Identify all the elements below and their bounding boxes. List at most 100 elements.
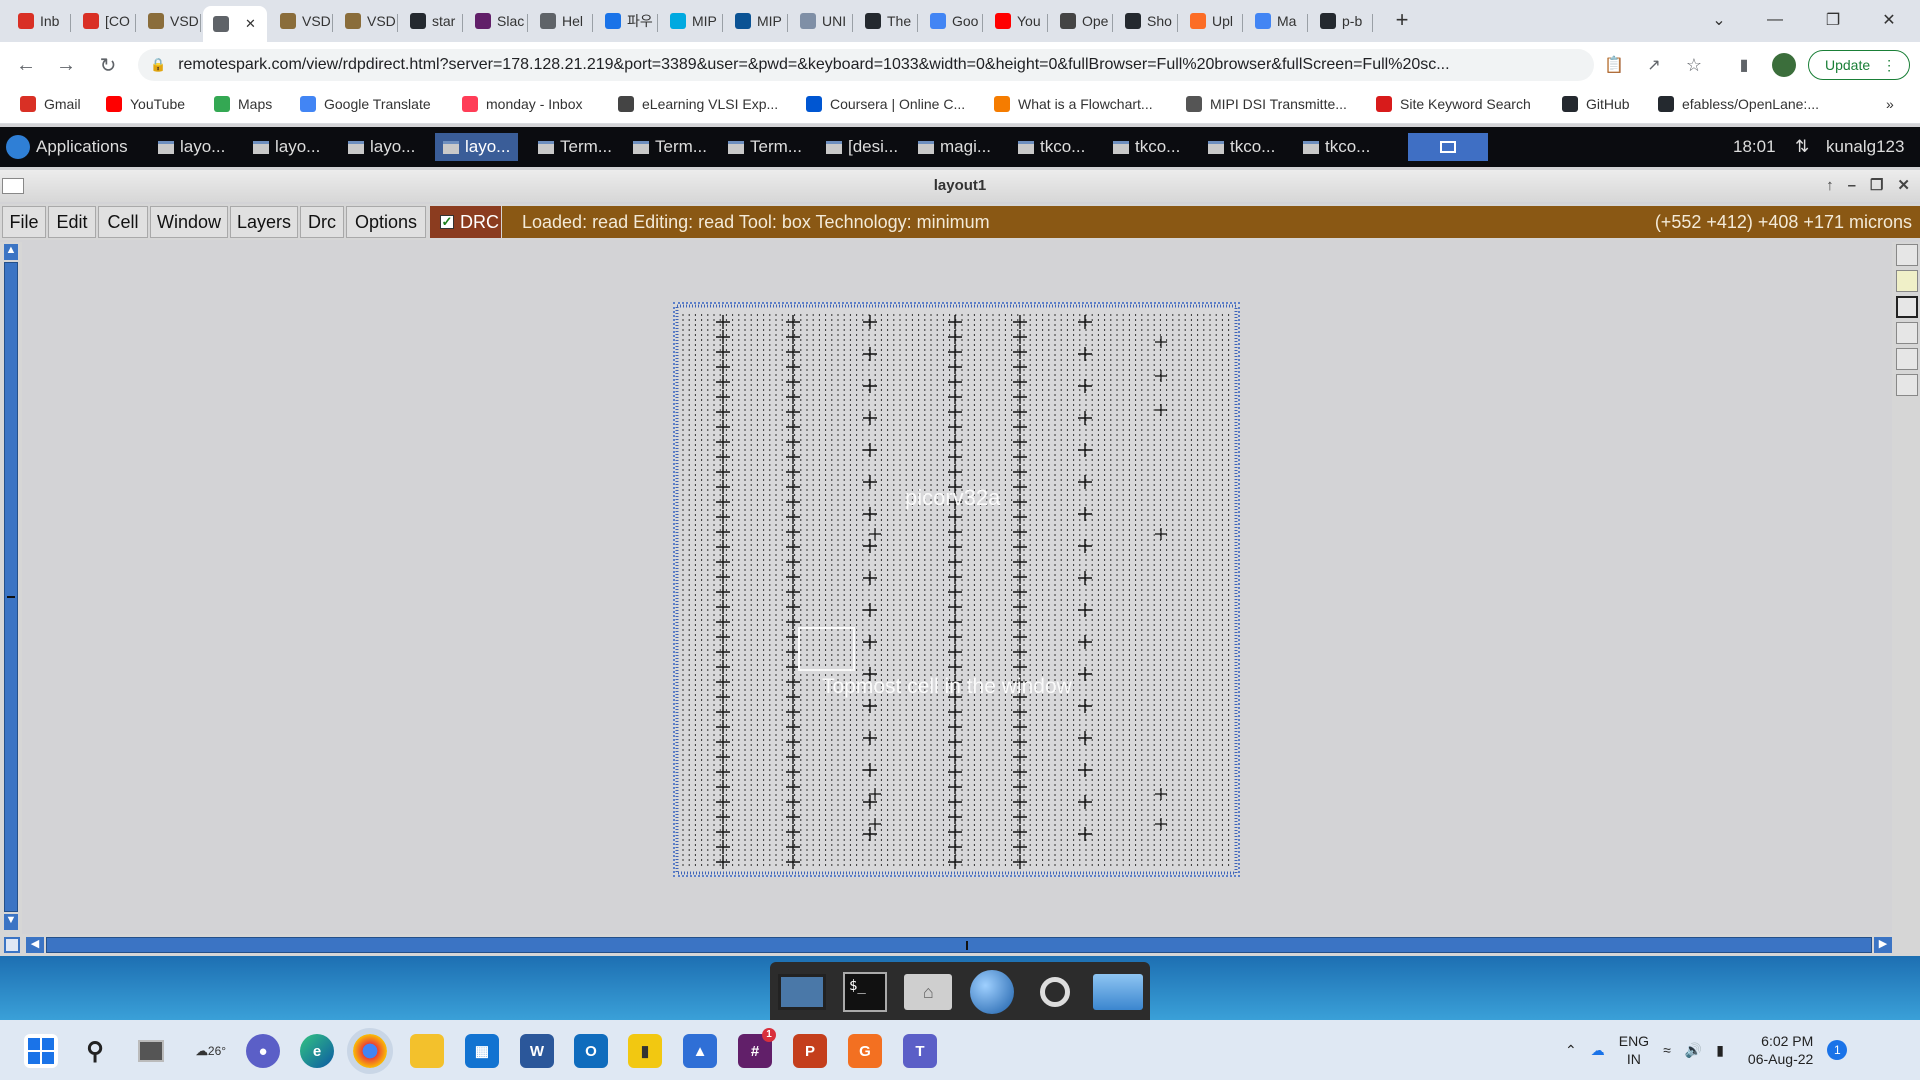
workspace-switcher[interactable]	[1408, 133, 1488, 161]
back-icon[interactable]: ←	[12, 51, 40, 79]
new-tab-button[interactable]: +	[1379, 6, 1425, 34]
bookmark-item[interactable]: Google Translate	[300, 96, 431, 112]
panel-task-button[interactable]: layo...	[348, 133, 415, 161]
scroll-down-icon[interactable]: ▼	[4, 914, 18, 930]
box-tool-selection[interactable]	[798, 627, 855, 671]
browser-tab[interactable]: Hel	[530, 8, 592, 34]
browser-tab[interactable]: Inb	[8, 8, 70, 34]
chevron-up-icon[interactable]: ⌃	[1565, 1042, 1577, 1059]
bookmark-item[interactable]: Coursera | Online C...	[806, 96, 965, 112]
browser-tab[interactable]: Ma	[1245, 8, 1307, 34]
g-app-icon[interactable]: G	[848, 1034, 882, 1068]
bookmark-item[interactable]: monday - Inbox	[462, 96, 583, 112]
bookmark-item[interactable]: efabless/OpenLane:...	[1658, 96, 1819, 112]
scroll-up-icon[interactable]: ▲	[4, 244, 18, 260]
bookmark-item[interactable]: eLearning VLSI Exp...	[618, 96, 778, 112]
edge-icon[interactable]: e	[300, 1034, 334, 1068]
word-icon[interactable]: W	[520, 1034, 554, 1068]
shade-icon[interactable]: ↑	[1826, 170, 1834, 202]
menu-window[interactable]: Window	[150, 206, 228, 238]
panel-task-button[interactable]: tkco...	[1113, 133, 1180, 161]
drc-toggle[interactable]: ✓ DRC	[430, 206, 501, 238]
menu-file[interactable]: File	[2, 206, 46, 238]
applications-menu[interactable]: Applications	[6, 133, 128, 161]
battery-icon[interactable]: ▮	[1716, 1042, 1724, 1059]
menu-layers[interactable]: Layers	[230, 206, 298, 238]
teams-chat-icon[interactable]: ●	[246, 1034, 280, 1068]
browser-tab[interactable]: Sho	[1115, 8, 1177, 34]
chrome-icon[interactable]	[347, 1028, 393, 1074]
store-icon[interactable]: ▦	[465, 1034, 499, 1068]
photos-icon[interactable]: ▲	[683, 1034, 717, 1068]
bookmark-item[interactable]: MIPI DSI Transmitte...	[1186, 96, 1347, 112]
search-icon[interactable]: ⚲	[78, 1034, 112, 1068]
slack-icon[interactable]: #1	[738, 1028, 776, 1068]
minimize-icon[interactable]: –	[1848, 170, 1856, 202]
browser-tab[interactable]: p-b	[1310, 8, 1372, 34]
forward-icon[interactable]: →	[52, 51, 80, 79]
menu-cell[interactable]: Cell	[98, 206, 148, 238]
network-arrows-icon[interactable]: ⇅	[1795, 133, 1809, 161]
horizontal-scrollbar[interactable]: ◀ ▶	[0, 934, 1920, 956]
scroll-right-icon[interactable]: ▶	[1874, 937, 1892, 953]
browser-tab[interactable]: 파우	[595, 8, 657, 34]
layer-box[interactable]	[1896, 244, 1918, 266]
task-view-icon[interactable]	[134, 1034, 168, 1068]
bookmarks-overflow-icon[interactable]: »	[1886, 96, 1894, 112]
layer-box[interactable]	[1896, 374, 1918, 396]
search-icon[interactable]	[1030, 970, 1080, 1014]
horizontal-scroll-track[interactable]	[46, 937, 1872, 953]
menu-drc[interactable]: Drc	[300, 206, 344, 238]
maximize-icon[interactable]: ❐	[1870, 170, 1883, 202]
panel-clock[interactable]: 18:01	[1733, 133, 1776, 161]
panel-task-button[interactable]: layo...	[158, 133, 225, 161]
vertical-scrollbar[interactable]: ▲ ▼	[0, 242, 22, 934]
notification-icon[interactable]: 1	[1827, 1040, 1848, 1060]
web-browser-icon[interactable]	[967, 970, 1017, 1014]
layer-box[interactable]	[1896, 296, 1918, 318]
minimize-icon[interactable]: —	[1752, 6, 1798, 34]
bookmark-item[interactable]: What is a Flowchart...	[994, 96, 1153, 112]
tab-search-icon[interactable]: ⌄	[1696, 6, 1742, 34]
panel-task-button[interactable]: Term...	[538, 133, 612, 161]
browser-tab[interactable]: Upl	[1180, 8, 1242, 34]
browser-tab[interactable]: [CO	[73, 8, 135, 34]
reload-icon[interactable]: ↻	[94, 51, 122, 79]
windows-start-icon[interactable]	[24, 1034, 58, 1068]
wifi-icon[interactable]: ≈	[1663, 1042, 1671, 1058]
panel-task-button[interactable]: [desi...	[826, 133, 898, 161]
bookmark-item[interactable]: Gmail	[20, 96, 81, 112]
panel-task-button[interactable]: Term...	[728, 133, 802, 161]
browser-tab[interactable]: VSD	[335, 8, 397, 34]
panel-task-button[interactable]: tkco...	[1018, 133, 1085, 161]
browser-tab[interactable]: VSD	[138, 8, 200, 34]
layer-box[interactable]	[1896, 322, 1918, 344]
browser-tab[interactable]: star	[400, 8, 462, 34]
address-bar[interactable]: 🔒 remotespark.com/view/rdpdirect.html?se…	[138, 49, 1594, 81]
panel-task-button[interactable]: Term...	[633, 133, 707, 161]
menu-edit[interactable]: Edit	[48, 206, 96, 238]
browser-tab[interactable]: VSD	[270, 8, 332, 34]
restore-icon[interactable]: ❐	[1810, 6, 1856, 34]
panel-task-button[interactable]: layo...	[253, 133, 320, 161]
browser-tab[interactable]: ✕	[203, 6, 267, 42]
teams-icon[interactable]: T	[903, 1034, 937, 1068]
panel-user[interactable]: kunalg123	[1826, 133, 1904, 161]
language-indicator[interactable]: ENG IN	[1619, 1032, 1649, 1068]
browser-tab[interactable]: You	[985, 8, 1047, 34]
file-manager-icon[interactable]	[1093, 970, 1144, 1014]
browser-tab[interactable]: Goo	[920, 8, 982, 34]
panel-task-button[interactable]: layo...	[435, 133, 519, 161]
browser-tab[interactable]: MIP	[725, 8, 787, 34]
menu-options[interactable]: Options	[346, 206, 426, 238]
picorv32a-cell[interactable]	[673, 302, 1240, 877]
panel-task-button[interactable]: tkco...	[1303, 133, 1370, 161]
home-folder-icon[interactable]: ⌂	[903, 970, 953, 1014]
show-desktop-icon[interactable]	[777, 970, 827, 1014]
bookmark-item[interactable]: Maps	[214, 96, 272, 112]
avatar[interactable]	[1770, 51, 1798, 79]
panel-task-button[interactable]: magi...	[918, 133, 991, 161]
bookmark-item[interactable]: Site Keyword Search	[1376, 96, 1531, 112]
browser-tab[interactable]: Slac	[465, 8, 527, 34]
bookmark-star-icon[interactable]: ☆	[1680, 51, 1708, 79]
